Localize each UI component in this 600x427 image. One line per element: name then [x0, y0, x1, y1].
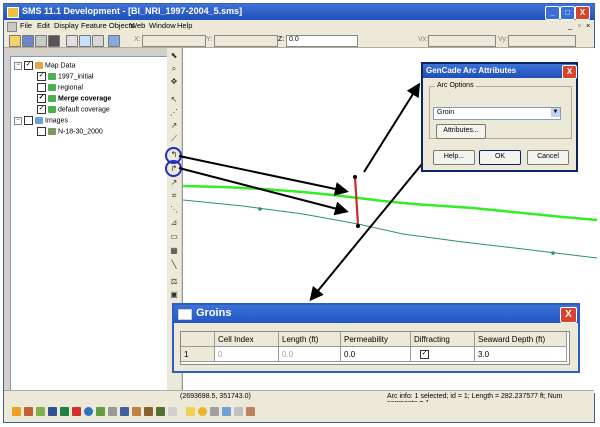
length-cell: 0.0: [279, 347, 341, 362]
group-label: Arc Options: [435, 82, 476, 89]
dialog-close-button[interactable]: X: [560, 307, 577, 323]
seaward-depth-cell[interactable]: 3.0: [475, 347, 567, 362]
permeability-cell[interactable]: 0.0: [341, 347, 411, 362]
cancel-button[interactable]: Cancel: [527, 150, 569, 165]
groins-table: Cell Index Length (ft) Permeability Diff…: [180, 331, 570, 365]
row-header[interactable]: 1: [181, 347, 215, 362]
column-header[interactable]: Length (ft): [279, 332, 341, 347]
column-header[interactable]: Diffracting: [411, 332, 475, 347]
corner-cell: [181, 332, 215, 347]
help-button[interactable]: Help...: [433, 150, 475, 165]
chevron-down-icon[interactable]: ▼: [551, 108, 560, 117]
annotation-arrow: [363, 82, 421, 173]
diffracting-cell[interactable]: ✓: [411, 347, 475, 362]
diffracting-checkbox[interactable]: ✓: [420, 350, 429, 360]
dialog-title: GenCade Arc Attributes: [426, 66, 517, 75]
column-header[interactable]: Seaward Depth (ft): [475, 332, 567, 347]
dialog-close-button[interactable]: X: [562, 65, 577, 79]
cell-index-cell: 0: [215, 347, 279, 362]
gencade-arc-attributes-dialog: GenCade Arc Attributes X Arc Options Gro…: [421, 62, 578, 172]
column-header[interactable]: Cell Index: [215, 332, 279, 347]
column-header[interactable]: Permeability: [341, 332, 411, 347]
ok-button[interactable]: OK: [479, 150, 521, 165]
dialog-title: Groins: [196, 307, 232, 319]
select-value: Groin: [437, 109, 455, 116]
groins-dialog: Groins X Cell Index Length (ft) Permeabi…: [172, 303, 580, 373]
groin-table-icon: [178, 309, 192, 320]
dialog-title-bar: GenCade Arc Attributes X: [423, 64, 577, 79]
dialog-title-bar: Groins X: [174, 305, 578, 323]
attributes-button[interactable]: Attributes...: [436, 124, 486, 139]
arc-type-select[interactable]: Groin ▼: [433, 107, 561, 120]
